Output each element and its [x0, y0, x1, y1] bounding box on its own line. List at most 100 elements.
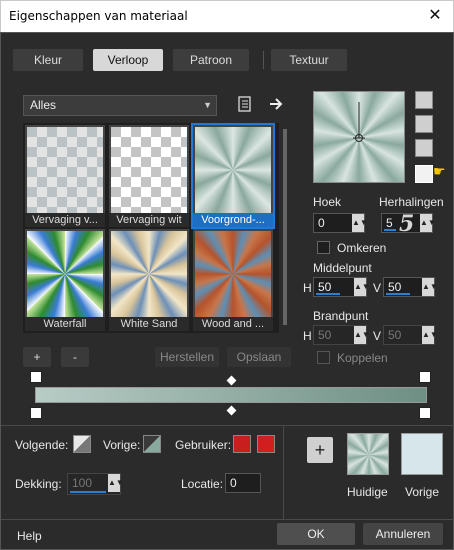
material-properties-dialog: Kleur Verloop Patroon Textuur Alles ▼ Ve…: [0, 32, 454, 550]
gradient-thumb-vervaging-v[interactable]: Vervaging v...: [25, 125, 105, 227]
center-h-value: 50: [318, 280, 332, 294]
user-label: Gebruiker:: [175, 438, 232, 452]
gradient-preview: [27, 127, 103, 213]
step-annotation: 5: [399, 211, 415, 237]
add-gradient-button[interactable]: +: [23, 347, 51, 367]
user-swatch-1[interactable]: [233, 435, 251, 453]
angle-value: 0: [318, 216, 325, 230]
spin-arrows-icon[interactable]: ▲▼: [422, 326, 438, 344]
location-field[interactable]: 0: [225, 473, 261, 493]
linear-style-icon[interactable]: [415, 91, 433, 109]
prev-label: Vorige:: [103, 438, 141, 452]
start-opacity-stop-icon[interactable]: [30, 407, 42, 419]
crosshair-icon: [353, 102, 365, 142]
help-link[interactable]: Help: [17, 529, 42, 543]
focal-label: Brandpunt: [313, 309, 369, 323]
opacity-midpoint-diamond-icon[interactable]: [226, 405, 237, 416]
center-v-bar: [386, 293, 410, 295]
tab-patroon[interactable]: Patroon: [173, 49, 249, 71]
thumb-label: White Sand: [109, 317, 189, 331]
current-swatch[interactable]: [347, 433, 389, 475]
location-value: 0: [230, 476, 237, 490]
spin-arrows-icon[interactable]: ▲▼: [354, 326, 370, 344]
focal-v-value: 50: [388, 328, 402, 342]
gradient-thumb-waterfall[interactable]: Waterfall: [25, 229, 105, 331]
angle-field[interactable]: 0 ▲▼: [313, 213, 368, 233]
repeats-slider-bar: [384, 229, 396, 231]
next-swatch[interactable]: [73, 435, 91, 453]
library-icon[interactable]: [237, 95, 253, 113]
end-opacity-stop-icon[interactable]: [419, 407, 431, 419]
previous-label: Vorige: [405, 485, 440, 499]
focal-v-field[interactable]: 50 ▲▼: [383, 325, 438, 345]
opacity-bar: [70, 491, 106, 493]
thumb-label: Wood and ...: [193, 317, 273, 331]
prev-swatch[interactable]: [143, 435, 161, 453]
spin-arrows-icon[interactable]: ▲▼: [420, 214, 436, 232]
center-v-field[interactable]: 50 ▲▼: [383, 277, 438, 297]
opacity-label: Dekking:: [15, 477, 62, 491]
add-swatch-button[interactable]: +: [307, 437, 333, 463]
arrow-right-icon[interactable]: [267, 95, 285, 113]
current-label: Huidige: [347, 485, 388, 499]
save-button[interactable]: Opslaan: [227, 347, 291, 367]
gradient-thumb-white-sand[interactable]: White Sand: [109, 229, 189, 331]
tab-verloop[interactable]: Verloop: [93, 49, 163, 71]
angle-label: Hoek: [313, 195, 342, 209]
category-value: Alles: [30, 98, 57, 112]
center-v-label: V: [373, 281, 382, 295]
scrollbar-thumb[interactable]: [283, 129, 287, 325]
remove-gradient-button[interactable]: -: [61, 347, 89, 367]
tab-textuur[interactable]: Textuur: [271, 49, 347, 71]
opacity-field[interactable]: 100 ▲▼: [67, 473, 124, 495]
location-label: Locatie:: [181, 477, 224, 491]
thumb-label: Waterfall: [25, 317, 105, 331]
rectangular-style-icon[interactable]: [415, 115, 433, 133]
divider: [1, 425, 454, 426]
category-dropdown[interactable]: Alles ▼: [23, 95, 217, 116]
link-label: Koppelen: [337, 351, 388, 365]
focal-h-value: 50: [318, 328, 332, 342]
restore-button[interactable]: Herstellen: [155, 347, 219, 367]
focal-v-label: V: [373, 329, 382, 343]
pointer-hand-icon: ☛: [433, 163, 446, 179]
spin-arrows-icon[interactable]: ▲▼: [354, 278, 370, 296]
link-checkbox[interactable]: [317, 351, 330, 364]
focal-h-label: H: [303, 329, 312, 343]
thumb-label: Voorgrond-...: [193, 213, 273, 227]
divider: [1, 519, 454, 520]
previous-swatch[interactable]: [401, 433, 443, 475]
tab-separator: [263, 51, 264, 69]
start-color-stop-icon[interactable]: [30, 371, 42, 383]
repeats-label: Herhalingen: [379, 195, 444, 209]
gradient-gallery: Vervaging v... Vervaging wit Voorgrond-.…: [23, 123, 279, 333]
midpoint-diamond-icon[interactable]: [226, 375, 237, 386]
ok-button[interactable]: OK: [277, 523, 355, 545]
gradient-thumb-wood-and[interactable]: Wood and ...: [193, 229, 273, 331]
user-swatch-2[interactable]: [257, 435, 275, 453]
gradient-preview: [111, 127, 187, 213]
invert-checkbox[interactable]: [317, 241, 330, 254]
cancel-button[interactable]: Annuleren: [363, 523, 443, 545]
window-title: Eigenschappen van materiaal: [9, 9, 188, 23]
gradient-thumb-vervaging-wit[interactable]: Vervaging wit: [109, 125, 189, 227]
spin-arrows-icon[interactable]: ▲▼: [422, 278, 438, 296]
gradient-preview: [195, 231, 271, 317]
thumb-label: Vervaging wit: [109, 213, 189, 227]
repeats-value: 5: [386, 216, 393, 230]
focal-h-field[interactable]: 50 ▲▼: [313, 325, 370, 345]
gallery-scrollbar[interactable]: [281, 123, 289, 333]
gradient-preview-canvas[interactable]: [313, 91, 405, 183]
tab-kleur[interactable]: Kleur: [13, 49, 83, 71]
opacity-value: 100: [72, 476, 93, 490]
gradient-editor-bar[interactable]: [35, 387, 427, 403]
end-color-stop-icon[interactable]: [419, 371, 431, 383]
close-icon[interactable]: ✕: [425, 6, 445, 26]
spin-arrows-icon[interactable]: ▲▼: [108, 474, 124, 492]
center-h-field[interactable]: 50 ▲▼: [313, 277, 370, 297]
gradient-thumb-voorgrond[interactable]: Voorgrond-...: [191, 123, 275, 229]
next-label: Volgende:: [15, 438, 69, 452]
radial-style-icon[interactable]: [415, 165, 433, 183]
sunburst-style-icon[interactable]: [415, 139, 433, 157]
spin-arrows-icon[interactable]: ▲▼: [352, 214, 368, 232]
